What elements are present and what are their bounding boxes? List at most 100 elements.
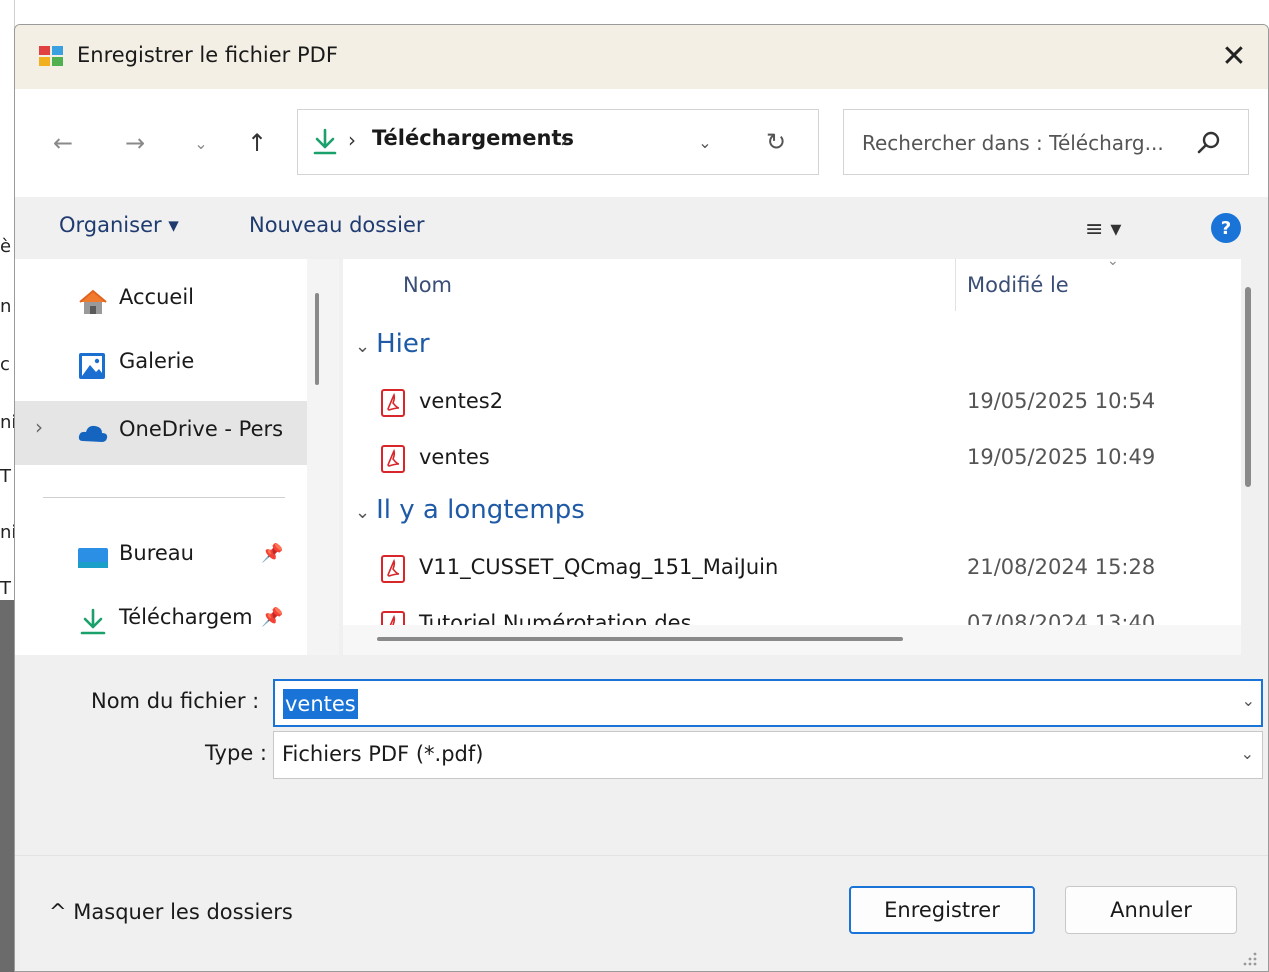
pin-icon[interactable]: 📌 bbox=[261, 607, 283, 628]
background-text-fragment: ni bbox=[0, 522, 14, 543]
file-modified-date: 19/05/2025 10:54 bbox=[967, 389, 1156, 413]
resize-grip-icon[interactable] bbox=[1239, 948, 1259, 968]
search-input[interactable] bbox=[860, 124, 1184, 162]
filename-selected-text: ventes bbox=[283, 689, 358, 719]
file-list: Nom Modifié le ⌄ ⌄ Hier ventes2 19/05/202… bbox=[343, 259, 1241, 655]
arrow-left-icon: ← bbox=[52, 129, 74, 157]
pin-icon[interactable]: 📌 bbox=[261, 543, 283, 564]
back-button[interactable]: ← bbox=[43, 123, 83, 163]
column-header-modified[interactable]: Modifié le bbox=[967, 273, 1069, 297]
save-dialog: Enregistrer le fichier PDF ✕ ← → ⌄ ↑ › T… bbox=[14, 24, 1269, 972]
chevron-down-icon[interactable]: ⌄ bbox=[1242, 691, 1255, 710]
navigation-pane: Accueil Galerie › OneDrive - Pers Bureau… bbox=[15, 259, 307, 655]
search-box bbox=[843, 109, 1249, 175]
search-icon[interactable] bbox=[1194, 128, 1224, 158]
arrow-up-icon: ↑ bbox=[246, 129, 268, 157]
group-header-long-ago[interactable]: ⌄ Il y a longtemps bbox=[355, 495, 585, 525]
desktop-icon bbox=[78, 548, 108, 568]
group-label: Hier bbox=[376, 329, 430, 359]
pdf-file-icon bbox=[381, 389, 405, 417]
navigation-pane-gutter bbox=[307, 259, 339, 655]
home-icon bbox=[79, 289, 107, 314]
onedrive-icon bbox=[78, 425, 108, 442]
forward-button[interactable]: → bbox=[115, 123, 155, 163]
file-type-value: Fichiers PDF (*.pdf) bbox=[282, 742, 484, 766]
chevron-down-icon: ⌄ bbox=[194, 133, 208, 153]
refresh-button[interactable]: ↻ bbox=[758, 124, 794, 160]
filename-combobox[interactable]: ventes ⌄ bbox=[273, 679, 1263, 727]
file-row[interactable]: ventes 19/05/2025 10:49 bbox=[343, 435, 1241, 485]
file-row[interactable]: V11_CUSSET_QCmag_151_MaiJuin 21/08/2024 … bbox=[343, 545, 1241, 595]
hide-folders-button[interactable]: ^ Masquer les dossiers bbox=[49, 900, 293, 924]
gallery-icon bbox=[79, 353, 105, 379]
file-modified-date: 21/08/2024 15:28 bbox=[967, 555, 1156, 579]
column-header-name[interactable]: Nom bbox=[403, 273, 452, 297]
breadcrumb-separator[interactable]: › bbox=[560, 128, 568, 152]
address-bar[interactable]: › Téléchargements › ⌄ ↻ bbox=[297, 109, 819, 175]
background-text-fragment: ni bbox=[0, 412, 14, 433]
background-text-fragment: T bbox=[0, 578, 11, 599]
navigation-pane-scrollbar[interactable] bbox=[315, 293, 319, 385]
nav-item-desktop[interactable]: Bureau 📌 bbox=[15, 529, 307, 585]
nav-item-label: OneDrive - Pers bbox=[119, 417, 284, 441]
command-bar: Organiser ▾ Nouveau dossier ≡ ▾ ? bbox=[15, 197, 1268, 259]
nav-item-label: Accueil bbox=[119, 285, 194, 309]
dialog-footer: ^ Masquer les dossiers Enregistrer Annul… bbox=[15, 855, 1268, 971]
group-header-yesterday[interactable]: ⌄ Hier bbox=[355, 329, 430, 359]
organize-menu-button[interactable]: Organiser ▾ bbox=[59, 213, 179, 237]
filename-input[interactable] bbox=[283, 688, 1187, 720]
download-icon bbox=[80, 608, 106, 635]
background-text-fragment: T bbox=[0, 466, 11, 487]
column-separator[interactable] bbox=[955, 259, 956, 311]
type-label: Type : bbox=[205, 741, 267, 765]
save-form: Nom du fichier : ventes ⌄ Type : Fichier… bbox=[15, 655, 1268, 855]
title-bar: Enregistrer le fichier PDF ✕ bbox=[15, 25, 1268, 89]
up-button[interactable]: ↑ bbox=[237, 123, 277, 163]
background-text-fragment: c bbox=[0, 354, 10, 375]
chevron-down-icon: ⌄ bbox=[355, 336, 371, 357]
chevron-right-icon[interactable]: › bbox=[35, 415, 43, 439]
chevron-down-icon: ⌄ bbox=[698, 132, 712, 152]
nav-item-gallery[interactable]: Galerie bbox=[15, 337, 307, 393]
nav-item-downloads[interactable]: Téléchargem 📌 bbox=[15, 593, 307, 649]
background-panel bbox=[0, 600, 14, 972]
navigation-bar: ← → ⌄ ↑ › Téléchargements › ⌄ ↻ bbox=[15, 89, 1268, 197]
refresh-icon: ↻ bbox=[765, 128, 787, 156]
download-icon bbox=[313, 128, 337, 155]
pdf-file-icon bbox=[381, 555, 405, 583]
breadcrumb-folder[interactable]: Téléchargements bbox=[372, 126, 574, 150]
nav-item-label: Galerie bbox=[119, 349, 195, 373]
file-type-select[interactable]: Fichiers PDF (*.pdf) ⌄ bbox=[273, 731, 1263, 779]
dialog-title: Enregistrer le fichier PDF bbox=[77, 43, 338, 67]
pdf-file-icon bbox=[381, 445, 405, 473]
address-dropdown-button[interactable]: ⌄ bbox=[690, 126, 720, 158]
file-list-horizontal-scrollbar[interactable] bbox=[377, 637, 903, 641]
breadcrumb-separator: › bbox=[348, 128, 356, 152]
arrow-right-icon: → bbox=[124, 129, 146, 157]
background-text-fragment: n bbox=[0, 296, 12, 317]
list-view-icon: ≡ ▾ bbox=[1085, 216, 1122, 242]
file-row[interactable]: ventes2 19/05/2025 10:54 bbox=[343, 379, 1241, 429]
group-label: Il y a longtemps bbox=[376, 495, 585, 525]
cancel-button[interactable]: Annuler bbox=[1065, 886, 1237, 934]
file-name: ventes2 bbox=[419, 389, 504, 413]
nav-item-onedrive[interactable]: › OneDrive - Pers bbox=[15, 401, 307, 465]
help-button[interactable]: ? bbox=[1211, 213, 1241, 243]
file-list-vertical-scrollbar[interactable] bbox=[1245, 287, 1251, 487]
sort-chevron-icon: ⌄ bbox=[1107, 259, 1119, 269]
nav-item-label: Téléchargem bbox=[119, 605, 253, 629]
chevron-down-icon: ⌄ bbox=[355, 502, 371, 523]
new-folder-button[interactable]: Nouveau dossier bbox=[249, 213, 425, 237]
file-modified-date: 19/05/2025 10:49 bbox=[967, 445, 1156, 469]
file-name: V11_CUSSET_QCmag_151_MaiJuin bbox=[419, 555, 779, 579]
view-options-button[interactable]: ≡ ▾ bbox=[1085, 211, 1157, 247]
nav-item-label: Bureau bbox=[119, 541, 194, 565]
recent-locations-button[interactable]: ⌄ bbox=[181, 123, 221, 163]
app-icon bbox=[39, 46, 63, 66]
nav-item-home[interactable]: Accueil bbox=[15, 273, 307, 329]
nav-divider bbox=[43, 497, 285, 498]
close-button[interactable]: ✕ bbox=[1210, 33, 1258, 79]
save-button[interactable]: Enregistrer bbox=[849, 886, 1035, 934]
filename-label: Nom du fichier : bbox=[91, 689, 260, 713]
help-icon: ? bbox=[1220, 217, 1232, 239]
